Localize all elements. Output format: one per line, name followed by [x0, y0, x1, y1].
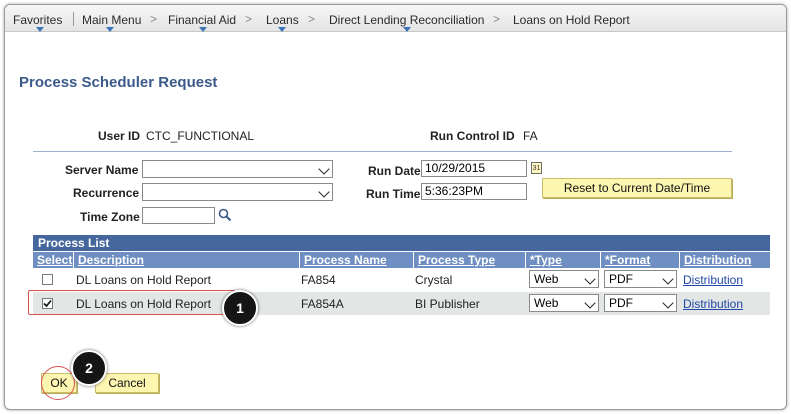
row-type-select[interactable]: Web [529, 294, 599, 312]
column-header-process-type[interactable]: Process Type [414, 252, 526, 269]
column-header-type[interactable]: *Type [526, 252, 601, 269]
chevron-down-icon[interactable] [403, 27, 411, 32]
run-control-value: FA [523, 129, 538, 143]
breadcrumb-divider [73, 12, 74, 26]
window-frame: Favorites Main Menu > Financial Aid > Lo… [4, 4, 787, 410]
row-format-select[interactable]: PDF [604, 294, 677, 312]
row-format-value: PDF [609, 272, 633, 286]
chevron-down-icon [318, 186, 330, 198]
breadcrumb-financial-aid[interactable]: Financial Aid [168, 13, 236, 27]
row-distribution-link[interactable]: Distribution [683, 297, 743, 311]
chevron-down-icon [584, 297, 596, 309]
time-zone-label: Time Zone [80, 210, 140, 224]
section-divider [33, 151, 732, 152]
chevron-down-icon [318, 163, 330, 175]
page-title: Process Scheduler Request [19, 74, 218, 91]
calendar-icon[interactable]: 31 [531, 162, 542, 174]
column-header-process-name[interactable]: Process Name [300, 252, 414, 269]
breadcrumb-current: Loans on Hold Report [513, 13, 630, 27]
server-name-select[interactable] [142, 160, 333, 178]
run-time-input[interactable]: 5:36:23PM [421, 183, 527, 200]
row-process-name: FA854A [301, 297, 344, 311]
breadcrumb-separator: > [150, 12, 158, 26]
row-process-type: Crystal [415, 273, 453, 287]
column-header-distribution[interactable]: Distribution [680, 252, 770, 269]
column-header-format[interactable]: *Format [601, 252, 680, 269]
chevron-down-icon [662, 273, 674, 285]
highlight-box [28, 290, 235, 315]
row-format-select[interactable]: PDF [604, 270, 677, 288]
time-zone-input[interactable] [142, 207, 215, 224]
breadcrumb-main-menu[interactable]: Main Menu [82, 13, 141, 27]
recurrence-label: Recurrence [73, 186, 140, 200]
run-time-label: Run Time [366, 187, 421, 201]
row-process-type: BI Publisher [415, 297, 480, 311]
row-distribution-link[interactable]: Distribution [683, 273, 743, 287]
breadcrumb-direct-lending[interactable]: Direct Lending Reconciliation [329, 13, 484, 27]
column-header-description[interactable]: Description [74, 252, 300, 269]
row-type-value: Web [534, 272, 559, 286]
run-date-input[interactable]: 10/29/2015 [421, 160, 527, 177]
run-date-label: Run Date [368, 164, 421, 178]
row-type-select[interactable]: Web [529, 270, 599, 288]
row-type-value: Web [534, 296, 559, 310]
breadcrumb-separator: > [308, 12, 316, 26]
breadcrumb-favorites[interactable]: Favorites [13, 13, 62, 27]
recurrence-select[interactable] [142, 183, 333, 201]
column-header-select[interactable]: Select [33, 252, 74, 269]
table-row: DL Loans on Hold Report FA854 Crystal We… [33, 268, 770, 291]
breadcrumb-loans[interactable]: Loans [266, 13, 299, 27]
reset-datetime-button[interactable]: Reset to Current Date/Time [542, 178, 732, 198]
row-select-checkbox[interactable] [42, 274, 53, 285]
row-description: DL Loans on Hold Report [76, 273, 211, 287]
user-id-value: CTC_FUNCTIONAL [146, 129, 255, 143]
highlight-circle [41, 366, 75, 400]
chevron-down-icon[interactable] [199, 27, 207, 32]
chevron-down-icon[interactable] [278, 27, 286, 32]
chevron-down-icon [584, 273, 596, 285]
chevron-down-icon [662, 297, 674, 309]
chevron-down-icon[interactable] [36, 27, 44, 32]
user-id-label: User ID [98, 129, 141, 143]
row-process-name: FA854 [301, 273, 336, 287]
server-name-label: Server Name [65, 163, 139, 177]
step-marker-1: 1 [222, 290, 258, 326]
step-marker-2: 2 [71, 350, 107, 386]
row-format-value: PDF [609, 296, 633, 310]
run-control-label: Run Control ID [430, 129, 515, 143]
search-icon[interactable] [218, 208, 232, 222]
breadcrumb-separator: > [245, 12, 253, 26]
process-list-header: Process List [33, 235, 770, 251]
chevron-down-icon[interactable] [106, 27, 114, 32]
breadcrumb-separator: > [493, 12, 501, 26]
breadcrumb: Favorites Main Menu > Financial Aid > Lo… [5, 5, 786, 32]
